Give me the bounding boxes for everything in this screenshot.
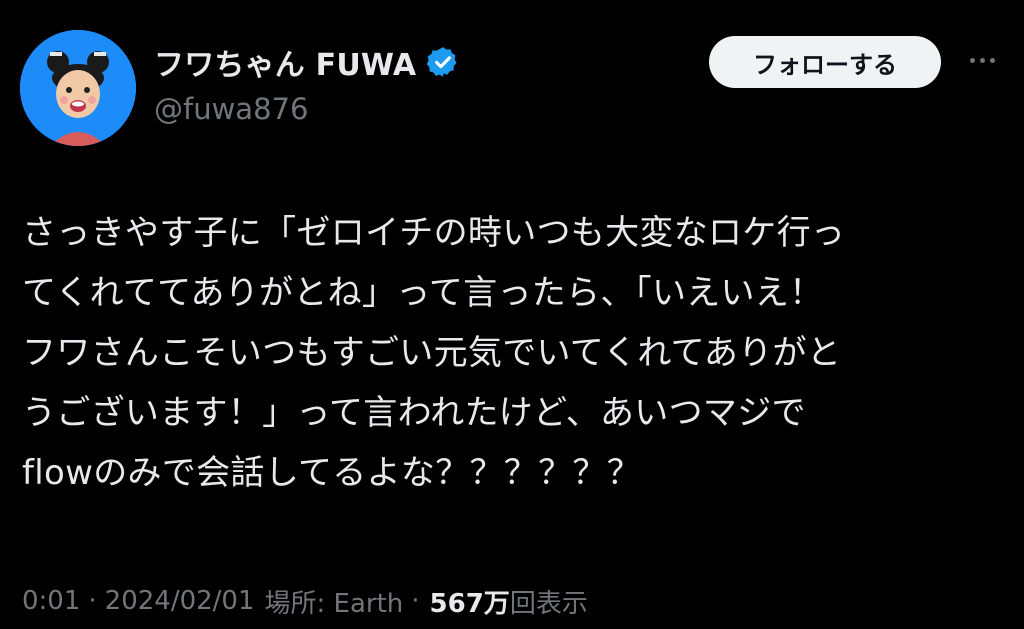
tweet-line: flowのみで会話してるよな？？？？？？ <box>22 453 642 493</box>
avatar-image <box>20 30 136 146</box>
tweet-line: さっきやす子に「ゼロイチの時いつも大変なロケ行っ <box>22 213 846 253</box>
author-display-name[interactable]: フワちゃん FUWA <box>154 40 416 84</box>
tweet-line: てくれててありがとね」って言ったら、「いえいえ！ <box>22 273 824 313</box>
meta-separator: · <box>88 586 97 616</box>
view-count[interactable]: 567万 <box>430 583 510 620</box>
meta-separator: · <box>411 586 420 616</box>
more-options-icon[interactable] <box>962 50 1002 70</box>
tweet-line: うございます！」って言われたけど、あいつマジで <box>22 393 806 433</box>
author-handle[interactable]: @fuwa876 <box>154 92 308 126</box>
more-dot <box>969 57 975 63</box>
verified-badge-icon[interactable] <box>426 45 460 79</box>
author-name-row: フワちゃん FUWA <box>154 38 460 86</box>
tweet-text: さっきやす子に「ゼロイチの時いつも大変なロケ行っ てくれててありがとね」って言っ… <box>22 203 1002 503</box>
avatar[interactable] <box>20 30 136 146</box>
more-dot <box>979 57 985 63</box>
tweet-location: 場所: Earth <box>264 588 404 619</box>
more-dot <box>989 57 995 63</box>
tweet-line: フワさんこそいつもすごい元気でいてくれてありがと <box>22 333 842 373</box>
tweet-time[interactable]: 0:01 <box>22 586 80 616</box>
tweet-date[interactable]: 2024/02/01 <box>105 586 255 616</box>
follow-button[interactable]: フォローする <box>709 36 941 88</box>
tweet-meta: 0:01 · 2024/02/01 場所: Earth · 567万 回表示 <box>22 580 588 622</box>
view-count-label: 回表示 <box>509 588 588 619</box>
